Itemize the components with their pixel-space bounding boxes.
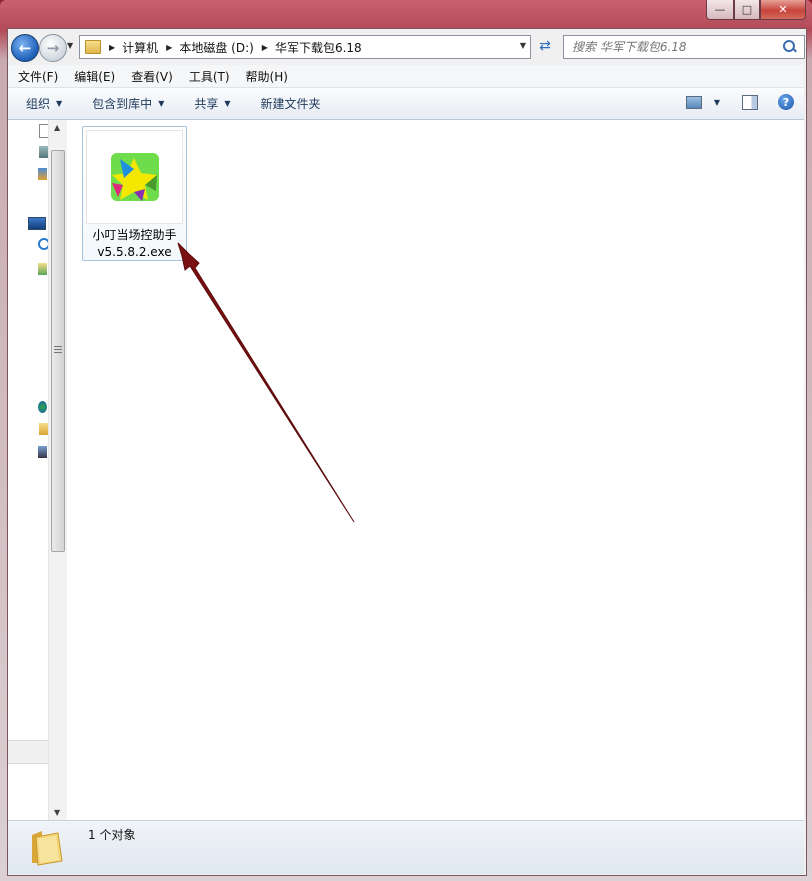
annotation-arrow (177, 242, 355, 523)
explorer-window: — □ ✕ ← → ▼ ▶ 计算机 ▶ 本地磁盘 (D:) ▶ 华军下载包6.1… (0, 0, 812, 881)
